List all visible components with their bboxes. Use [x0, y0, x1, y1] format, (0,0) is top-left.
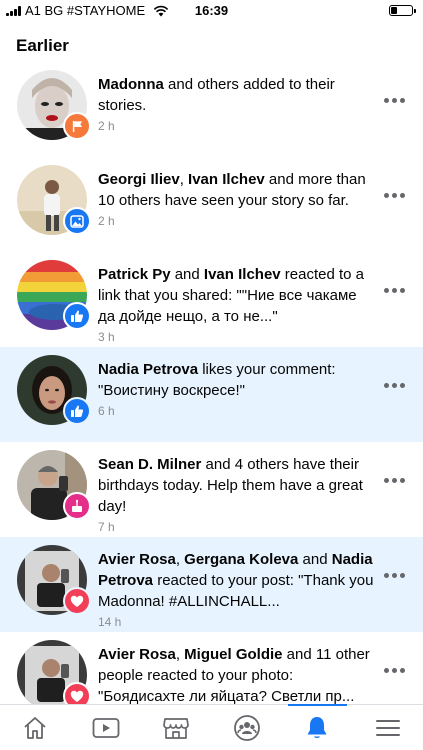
- notification-actor: Avier Rosa: [98, 646, 176, 663]
- heart-icon: [70, 690, 84, 703]
- notification-time: 14 h: [98, 615, 122, 629]
- tab-groups[interactable]: [212, 705, 283, 750]
- tab-notifications[interactable]: [282, 704, 353, 750]
- notification-message: Avier Rosa, Gergana Koleva and Nadia Pet…: [98, 549, 376, 612]
- bottom-tab-bar: [0, 704, 423, 750]
- heart-icon: [70, 595, 84, 608]
- groups-icon: [233, 714, 261, 742]
- menu-icon: [375, 718, 401, 738]
- notification-time: 2 h: [98, 119, 115, 133]
- battery-icon: [389, 5, 416, 16]
- notification-text: and: [298, 551, 332, 568]
- video-icon: [92, 717, 120, 739]
- notification-message: Madonna and others added to their storie…: [98, 74, 376, 116]
- marketplace-icon: [162, 716, 190, 740]
- notification-time: 6 h: [98, 404, 115, 418]
- like-icon: [70, 404, 84, 418]
- like-badge: [63, 397, 91, 425]
- tab-watch[interactable]: [71, 705, 142, 750]
- notification-actor: Gergana Koleva: [184, 551, 299, 568]
- notification-text: ,: [179, 171, 189, 188]
- notification-time: 2 h: [98, 214, 115, 228]
- more-options-icon[interactable]: [384, 383, 405, 388]
- notification-message: Georgi Iliev, Ivan Ilchev and more than …: [98, 169, 376, 211]
- more-options-icon[interactable]: [384, 193, 405, 198]
- avatar-wrap[interactable]: [17, 545, 91, 615]
- tab-marketplace[interactable]: [141, 705, 212, 750]
- notification-actor: Sean D. Milner: [98, 456, 202, 473]
- more-options-icon[interactable]: [384, 478, 405, 483]
- avatar-wrap[interactable]: [17, 260, 91, 330]
- bell-icon: [305, 715, 329, 741]
- notification-actor: Georgi Iliev: [98, 171, 180, 188]
- notification-actor: Ivan Ilchev: [203, 266, 281, 283]
- notification-item[interactable]: Madonna and others added to their storie…: [0, 62, 423, 157]
- home-icon: [22, 716, 48, 740]
- notification-item[interactable]: Patrick Py and Ivan Ilchev reacted to a …: [0, 252, 423, 347]
- more-options-icon[interactable]: [384, 573, 405, 578]
- like-icon: [70, 309, 84, 323]
- notification-body: Patrick Py and Ivan Ilchev reacted to a …: [98, 264, 376, 344]
- notification-message: Nadia Petrova likes your comment: "Воист…: [98, 359, 376, 401]
- notification-body: Georgi Iliev, Ivan Ilchev and more than …: [98, 169, 376, 228]
- section-title: Earlier: [16, 36, 69, 55]
- flag-badge: [63, 112, 91, 140]
- notification-text: and: [170, 266, 204, 283]
- notification-actor: Madonna: [98, 76, 164, 93]
- notification-body: Sean D. Milner and 4 others have their b…: [98, 454, 376, 534]
- notification-item[interactable]: Avier Rosa, Gergana Koleva and Nadia Pet…: [0, 537, 423, 632]
- avatar-wrap[interactable]: [17, 640, 91, 710]
- notification-item[interactable]: Sean D. Milner and 4 others have their b…: [0, 442, 423, 537]
- like-badge: [63, 302, 91, 330]
- notification-message: Patrick Py and Ivan Ilchev reacted to a …: [98, 264, 376, 327]
- heart-badge: [63, 587, 91, 615]
- tab-home[interactable]: [0, 705, 71, 750]
- more-options-icon[interactable]: [384, 98, 405, 103]
- avatar-wrap[interactable]: [17, 450, 91, 520]
- notification-text: ,: [175, 646, 185, 663]
- notification-actor: Miguel Goldie: [184, 646, 283, 663]
- notification-body: Avier Rosa, Gergana Koleva and Nadia Pet…: [98, 549, 376, 629]
- notification-actor: Ivan Ilchev: [188, 171, 265, 188]
- notification-actor: Avier Rosa: [98, 551, 176, 568]
- notification-message: Avier Rosa, Miguel Goldie and 11 other p…: [98, 644, 376, 707]
- avatar-wrap[interactable]: [17, 70, 91, 140]
- notification-item[interactable]: Nadia Petrova likes your comment: "Воист…: [0, 347, 423, 442]
- notification-list: Madonna and others added to their storie…: [0, 62, 423, 727]
- notification-body: Nadia Petrova likes your comment: "Воист…: [98, 359, 376, 418]
- notification-actor: Nadia Petrova: [98, 361, 199, 378]
- status-time: 16:39: [194, 3, 229, 18]
- more-options-icon[interactable]: [384, 288, 405, 293]
- avatar-wrap[interactable]: [17, 165, 91, 235]
- photo-icon: [70, 214, 84, 228]
- cake-icon: [70, 499, 84, 513]
- flag-icon: [71, 120, 84, 133]
- notification-item[interactable]: Georgi Iliev, Ivan Ilchev and more than …: [0, 157, 423, 252]
- status-bar: A1 BG #STAYHOME 16:39: [0, 0, 423, 22]
- avatar-wrap[interactable]: [17, 355, 91, 425]
- photo-badge: [63, 207, 91, 235]
- more-options-icon[interactable]: [384, 668, 405, 673]
- notification-body: Madonna and others added to their storie…: [98, 74, 376, 133]
- tab-menu[interactable]: [353, 705, 423, 750]
- notification-time: 7 h: [98, 520, 115, 534]
- notification-time: 3 h: [98, 330, 115, 344]
- notification-message: Sean D. Milner and 4 others have their b…: [98, 454, 376, 517]
- cake-badge: [63, 492, 91, 520]
- notification-actor: Patrick Py: [98, 266, 171, 283]
- notification-text: ,: [175, 551, 185, 568]
